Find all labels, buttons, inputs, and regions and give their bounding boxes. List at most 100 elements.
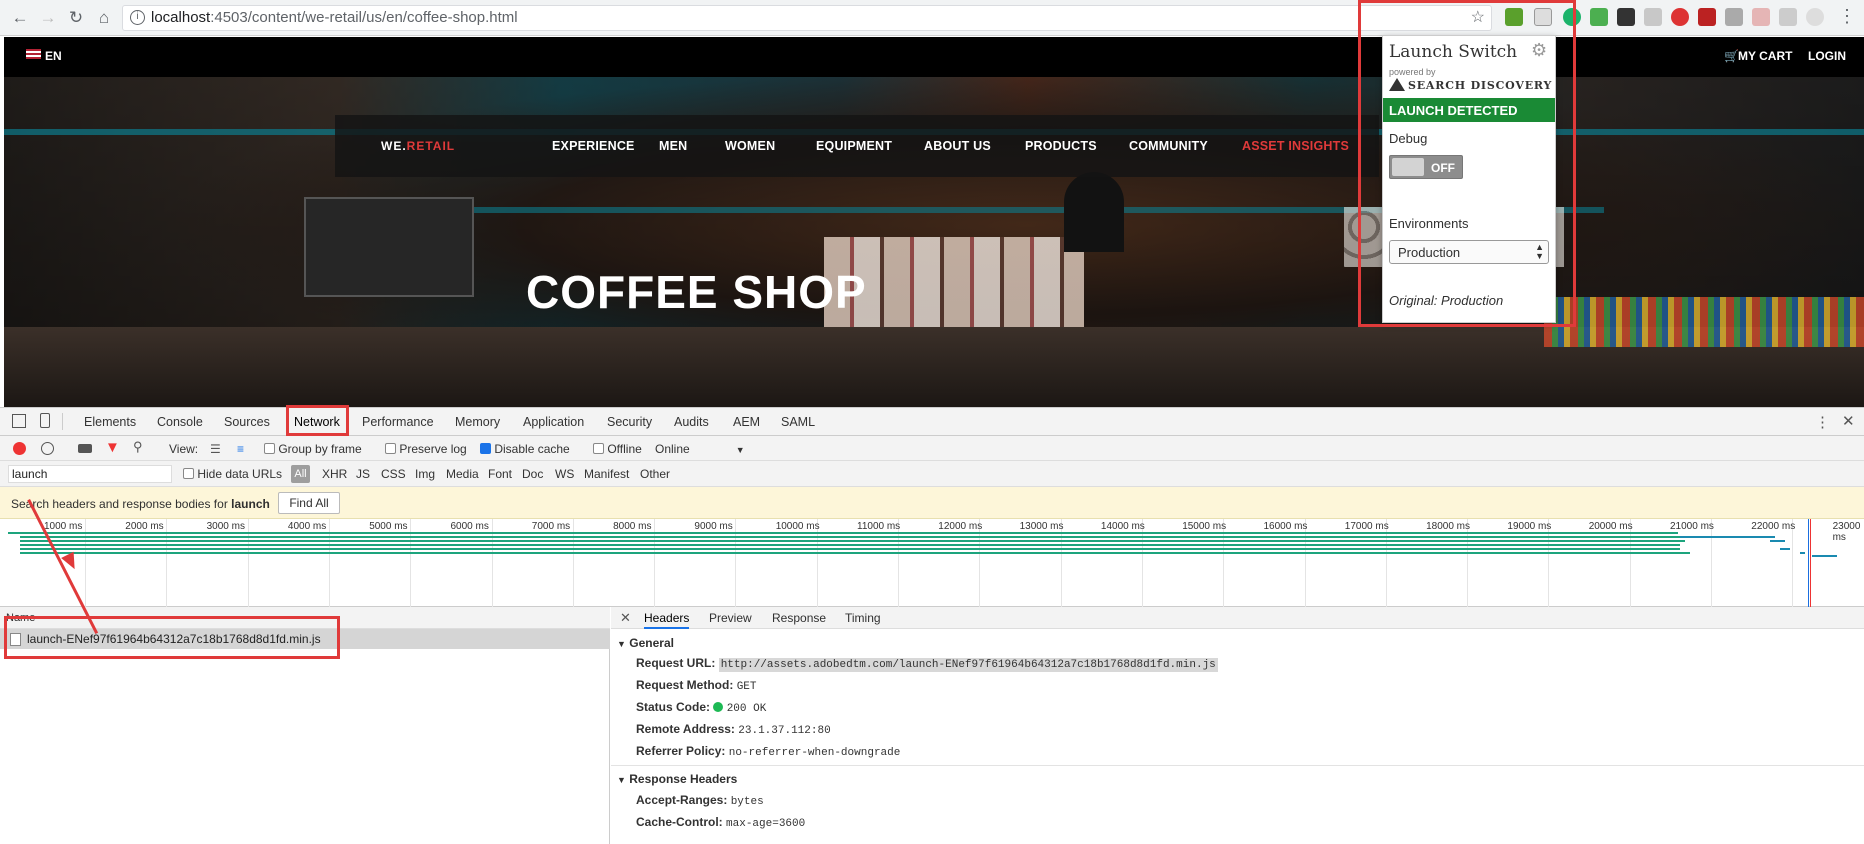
timeline-tick-label: 5000 ms	[369, 521, 408, 532]
search-bar-text: Search headers and response bodies for l…	[11, 497, 270, 511]
close-devtools-icon[interactable]: ✕	[1842, 412, 1855, 430]
forward-icon[interactable]: →	[38, 8, 58, 28]
extension-icon[interactable]	[1698, 8, 1716, 26]
capture-screenshots-icon[interactable]	[78, 444, 92, 453]
timeline-tick-label: 6000 ms	[450, 521, 489, 532]
nav-experience[interactable]: EXPERIENCE	[552, 139, 635, 153]
highlight-box-popup	[1358, 0, 1576, 327]
tab-console[interactable]: Console	[157, 415, 203, 429]
list-view-icon[interactable]: ☰	[210, 442, 221, 456]
main-navigation: WE.RETAIL EXPERIENCE MEN WOMEN EQUIPMENT…	[335, 115, 1379, 177]
filter-type-img[interactable]: Img	[415, 467, 435, 481]
disable-cache-label: Disable cache	[494, 442, 570, 456]
preserve-log-checkbox[interactable]	[385, 443, 396, 454]
tab-audits[interactable]: Audits	[674, 415, 709, 429]
nav-community[interactable]: COMMUNITY	[1129, 139, 1208, 153]
offline-checkbox[interactable]	[593, 443, 604, 454]
group-by-frame-label: Group by frame	[278, 442, 362, 456]
tab-application[interactable]: Application	[523, 415, 584, 429]
language-selector[interactable]: EN	[45, 49, 62, 63]
login-link[interactable]: LOGIN	[1808, 49, 1846, 63]
view-label: View:	[169, 442, 199, 456]
detail-tab-response[interactable]: Response	[772, 611, 826, 625]
filter-type-manifest[interactable]: Manifest	[584, 467, 629, 481]
extension-icon[interactable]	[1779, 8, 1797, 26]
request-details: ✕ Headers Preview Response Timing ▼ Gene…	[611, 607, 1864, 844]
extension-icon[interactable]	[1671, 8, 1689, 26]
tab-security[interactable]: Security	[607, 415, 652, 429]
network-toolbar: ▼ ⚲ View: ☰ ≡ Group by frame Preserve lo…	[0, 436, 1864, 461]
device-toolbar-icon[interactable]	[40, 413, 50, 428]
filter-type-other[interactable]: Other	[640, 467, 670, 481]
timeline-tick-label: 2000 ms	[125, 521, 164, 532]
tab-sources[interactable]: Sources	[224, 415, 270, 429]
filter-type-ws[interactable]: WS	[555, 467, 574, 481]
nav-about-us[interactable]: ABOUT US	[924, 139, 991, 153]
home-icon[interactable]: ⌂	[94, 8, 114, 28]
highlight-box-request	[4, 616, 340, 659]
logo[interactable]: WE.RETAIL	[381, 139, 455, 153]
tab-memory[interactable]: Memory	[455, 415, 500, 429]
nav-asset-insights[interactable]: ASSET INSIGHTS	[1242, 139, 1349, 153]
timeline-tick-label: 18000 ms	[1426, 521, 1471, 532]
filter-icon[interactable]: ▼	[105, 439, 120, 456]
filter-input[interactable]: launch	[8, 465, 172, 483]
response-headers-section-header[interactable]: ▼ Response Headers	[617, 772, 737, 786]
tab-elements[interactable]: Elements	[84, 415, 136, 429]
detail-tab-headers[interactable]: Headers	[644, 611, 690, 629]
browser-toolbar: ← → ↻ ⌂ i localhost:4503/content/we-reta…	[0, 0, 1864, 36]
general-section-header[interactable]: ▼ General	[617, 636, 674, 650]
address-bar[interactable]: i localhost:4503/content/we-retail/us/en…	[122, 5, 1492, 31]
filter-type-media[interactable]: Media	[446, 467, 479, 481]
detail-tab-timing[interactable]: Timing	[845, 611, 881, 625]
filter-type-doc[interactable]: Doc	[522, 467, 543, 481]
timeline-request-bar	[20, 548, 1680, 550]
record-icon[interactable]	[13, 442, 26, 455]
throttle-select[interactable]: Online ▼	[655, 442, 745, 456]
reload-icon[interactable]: ↻	[66, 8, 86, 28]
dropdown-arrow-icon: ▼	[735, 445, 745, 455]
tab-saml[interactable]: SAML	[781, 415, 815, 429]
clear-icon[interactable]	[41, 442, 54, 455]
more-options-icon[interactable]: ⋮	[1815, 413, 1830, 431]
tab-performance[interactable]: Performance	[362, 415, 434, 429]
filter-type-all[interactable]: All	[291, 465, 310, 483]
extension-icon[interactable]	[1752, 8, 1770, 26]
filter-type-font[interactable]: Font	[488, 467, 512, 481]
extension-icon[interactable]	[1806, 8, 1824, 26]
url-path: :4503/content/we-retail/us/en/coffee-sho…	[210, 9, 518, 26]
search-icon[interactable]: ⚲	[133, 439, 143, 455]
filter-type-xhr[interactable]: XHR	[322, 467, 347, 481]
filter-type-js[interactable]: JS	[356, 467, 370, 481]
nav-equipment[interactable]: EQUIPMENT	[816, 139, 892, 153]
cart-icon[interactable]: 🛒	[1724, 49, 1739, 63]
dom-content-loaded-line	[1808, 519, 1809, 607]
inspect-icon[interactable]	[12, 414, 26, 428]
group-by-frame-checkbox[interactable]	[264, 443, 275, 454]
extension-icon[interactable]	[1590, 8, 1608, 26]
nav-women[interactable]: WOMEN	[725, 139, 775, 153]
back-icon[interactable]: ←	[10, 8, 30, 28]
nav-men[interactable]: MEN	[659, 139, 687, 153]
menu-icon[interactable]: ⋮	[1838, 6, 1856, 27]
extension-icon[interactable]	[1617, 8, 1635, 26]
page-title: COFFEE SHOP	[526, 266, 867, 318]
detail-tab-preview[interactable]: Preview	[709, 611, 752, 625]
close-detail-icon[interactable]: ✕	[620, 610, 631, 626]
waterfall-view-icon[interactable]: ≡	[237, 442, 244, 456]
filter-type-css[interactable]: CSS	[381, 467, 406, 481]
extension-icon[interactable]	[1644, 8, 1662, 26]
timeline-tick-label: 11000 ms	[857, 521, 901, 532]
nav-products[interactable]: PRODUCTS	[1025, 139, 1097, 153]
timeline-tick-label: 10000 ms	[775, 521, 820, 532]
header-request-url: Request URL: http://assets.adobedtm.com/…	[636, 656, 1218, 672]
extension-icon[interactable]	[1725, 8, 1743, 26]
find-all-button[interactable]: Find All	[278, 492, 340, 514]
cart-link[interactable]: MY CART	[1738, 49, 1792, 63]
info-icon[interactable]: i	[130, 10, 145, 25]
disable-cache-checkbox[interactable]	[480, 443, 491, 454]
hide-data-urls-checkbox[interactable]	[183, 468, 194, 479]
tab-aem[interactable]: AEM	[733, 415, 760, 429]
load-line	[1810, 519, 1811, 607]
timeline-gridline	[1711, 519, 1712, 607]
